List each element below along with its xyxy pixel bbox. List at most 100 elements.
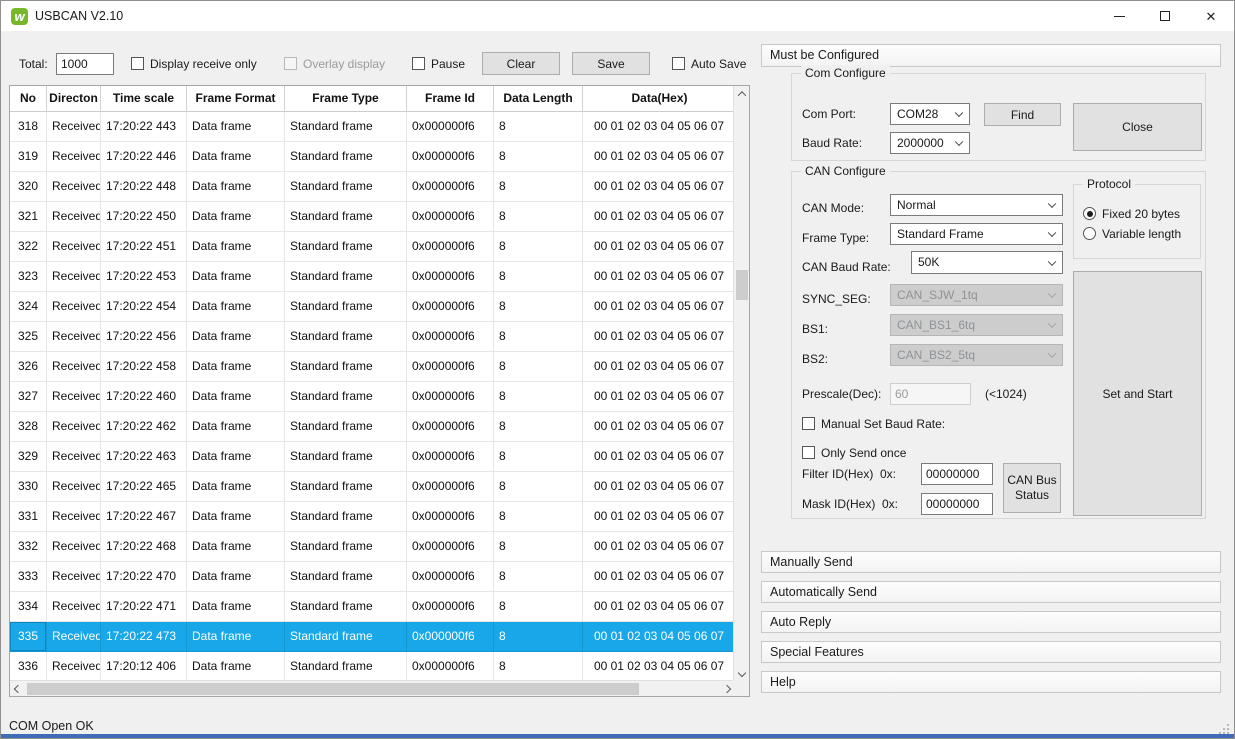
scroll-down-button[interactable] <box>734 665 750 681</box>
table-row[interactable]: 334Received17:20:22 471Data frameStandar… <box>10 592 734 622</box>
vertical-scrollbar[interactable] <box>733 86 749 681</box>
section-help[interactable]: Help <box>761 671 1221 693</box>
table-row[interactable]: 332Received17:20:22 468Data frameStandar… <box>10 532 734 562</box>
total-label: Total: <box>19 53 48 75</box>
column-header-data-length[interactable]: Data Length <box>494 86 583 112</box>
section-must-be-configured[interactable]: Must be Configured <box>761 44 1221 67</box>
maximize-button[interactable] <box>1142 1 1188 31</box>
table-row[interactable]: 333Received17:20:22 470Data frameStandar… <box>10 562 734 592</box>
table-row[interactable]: 336Received17:20:12 406Data frameStandar… <box>10 652 734 682</box>
table-row[interactable]: 322Received17:20:22 451Data frameStandar… <box>10 232 734 262</box>
table-row[interactable]: 318Received17:20:22 443Data frameStandar… <box>10 112 734 142</box>
section-special-features[interactable]: Special Features <box>761 641 1221 663</box>
table-cell: Received <box>47 352 101 382</box>
column-header-frame-id[interactable]: Frame Id <box>407 86 494 112</box>
column-header-no[interactable]: No <box>10 86 47 112</box>
resize-grip-icon[interactable] <box>1219 724 1229 734</box>
can-baud-rate-select[interactable]: 50K <box>911 251 1063 274</box>
table-row[interactable]: 325Received17:20:22 456Data frameStandar… <box>10 322 734 352</box>
table-cell: 323 <box>10 262 47 292</box>
auto-save-checkbox[interactable] <box>672 57 685 70</box>
scroll-left-button[interactable] <box>10 681 26 697</box>
section-auto-reply[interactable]: Auto Reply <box>761 611 1221 633</box>
table-cell: Received <box>47 412 101 442</box>
minimize-button[interactable] <box>1096 1 1142 31</box>
set-and-start-button[interactable]: Set and Start <box>1073 271 1202 516</box>
column-header-time-scale[interactable]: Time scale <box>101 86 187 112</box>
horizontal-scrollbar[interactable] <box>10 680 735 696</box>
table-cell: 17:20:22 465 <box>101 472 187 502</box>
table-cell: 0x000000f6 <box>407 592 494 622</box>
only-send-once-checkbox[interactable] <box>802 446 815 459</box>
table-row[interactable]: 327Received17:20:22 460Data frameStandar… <box>10 382 734 412</box>
table-row[interactable]: 323Received17:20:22 453Data frameStandar… <box>10 262 734 292</box>
table-row[interactable]: 331Received17:20:22 467Data frameStandar… <box>10 502 734 532</box>
table-row[interactable]: 326Received17:20:22 458Data frameStandar… <box>10 352 734 382</box>
table-row[interactable]: 320Received17:20:22 448Data frameStandar… <box>10 172 734 202</box>
column-header-direction[interactable]: Directon <box>47 86 101 112</box>
com-port-select[interactable]: COM28 <box>890 103 970 125</box>
table-cell: 00 01 02 03 04 05 06 07 <box>583 412 734 442</box>
table-cell: 00 01 02 03 04 05 06 07 <box>583 562 734 592</box>
close-window-button[interactable]: ✕ <box>1188 1 1234 31</box>
table-row[interactable]: 324Received17:20:22 454Data frameStandar… <box>10 292 734 322</box>
pause-checkbox[interactable] <box>412 57 425 70</box>
table-row[interactable]: 328Received17:20:22 462Data frameStandar… <box>10 412 734 442</box>
chevron-down-icon <box>1048 350 1056 358</box>
section-automatically-send[interactable]: Automatically Send <box>761 581 1221 603</box>
close-button[interactable]: Close <box>1073 103 1202 151</box>
filter-id-input[interactable] <box>921 463 993 485</box>
table-cell: 00 01 02 03 04 05 06 07 <box>583 232 734 262</box>
scroll-up-button[interactable] <box>734 86 750 102</box>
table-row[interactable]: 330Received17:20:22 465Data frameStandar… <box>10 472 734 502</box>
vertical-scrollbar-thumb[interactable] <box>736 270 748 300</box>
table-row[interactable]: 329Received17:20:22 463Data frameStandar… <box>10 442 734 472</box>
table-row[interactable]: 335Received17:20:22 473Data frameStandar… <box>10 622 734 652</box>
table-cell: 8 <box>494 172 583 202</box>
table-cell: Received <box>47 442 101 472</box>
chevron-down-icon <box>955 109 963 117</box>
mask-id-input[interactable] <box>921 493 993 515</box>
can-bus-status-button[interactable]: CAN Bus Status <box>1003 463 1061 513</box>
table-cell: Data frame <box>187 592 285 622</box>
usbcan-window: w USBCAN V2.10 ✕ Total: Display receive … <box>0 0 1235 739</box>
table-cell: 00 01 02 03 04 05 06 07 <box>583 592 734 622</box>
display-receive-only-checkbox[interactable] <box>131 57 144 70</box>
find-button[interactable]: Find <box>984 103 1061 126</box>
can-baud-rate-value: 50K <box>918 255 939 269</box>
table-cell: 330 <box>10 472 47 502</box>
column-header-data-hex[interactable]: Data(Hex) <box>583 86 734 112</box>
table-cell: 8 <box>494 292 583 322</box>
table-cell: Standard frame <box>285 622 407 652</box>
can-mode-select[interactable]: Normal <box>890 194 1063 216</box>
column-header-frame-format[interactable]: Frame Format <box>187 86 285 112</box>
can-configure-legend: CAN Configure <box>801 163 890 179</box>
section-manually-send[interactable]: Manually Send <box>761 551 1221 573</box>
frame-table-body: 318Received17:20:22 443Data frameStandar… <box>10 112 734 682</box>
table-cell: 335 <box>10 622 47 652</box>
table-cell: 17:20:22 463 <box>101 442 187 472</box>
status-message: COM Open OK <box>9 719 94 733</box>
table-cell: 17:20:22 462 <box>101 412 187 442</box>
table-cell: 0x000000f6 <box>407 562 494 592</box>
total-input[interactable] <box>56 53 114 75</box>
table-cell: Standard frame <box>285 232 407 262</box>
protocol-fixed-20-bytes-radio[interactable] <box>1083 207 1096 220</box>
table-cell: Data frame <box>187 502 285 532</box>
horizontal-scrollbar-thumb[interactable] <box>27 683 639 695</box>
save-button[interactable]: Save <box>572 52 650 75</box>
clear-button[interactable]: Clear <box>482 52 560 75</box>
scroll-up-icon <box>738 91 746 99</box>
table-cell: 8 <box>494 202 583 232</box>
table-cell: Standard frame <box>285 532 407 562</box>
table-row[interactable]: 321Received17:20:22 450Data frameStandar… <box>10 202 734 232</box>
frame-type-select[interactable]: Standard Frame <box>890 223 1063 245</box>
protocol-variable-length-radio[interactable] <box>1083 227 1096 240</box>
baud-rate-select[interactable]: 2000000 <box>890 132 970 154</box>
table-row[interactable]: 319Received17:20:22 446Data frameStandar… <box>10 142 734 172</box>
protocol-fixed-20-bytes-label: Fixed 20 bytes <box>1102 203 1180 225</box>
table-cell: 17:20:22 443 <box>101 112 187 142</box>
manual-set-baud-rate-checkbox[interactable] <box>802 417 815 430</box>
table-cell: 8 <box>494 232 583 262</box>
column-header-frame-type[interactable]: Frame Type <box>285 86 407 112</box>
